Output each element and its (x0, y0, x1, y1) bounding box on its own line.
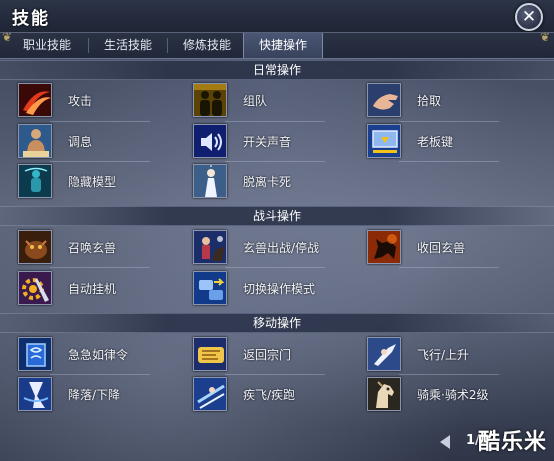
skill-item-unstuck[interactable]: 脱离卡死 (193, 164, 343, 200)
skill-item-recall-beast[interactable]: 收回玄兽 (367, 230, 517, 266)
close-button[interactable]: ✕ (515, 3, 543, 31)
skill-label: 急急如律令 (68, 348, 129, 362)
unstuck-icon[interactable] (193, 164, 227, 198)
row-divider (50, 121, 150, 122)
corner-ornament-icon: ❦ (540, 30, 551, 44)
row-divider (399, 374, 499, 375)
row-divider (225, 121, 325, 122)
row-divider (50, 161, 150, 162)
skill-item-attack[interactable]: 攻击 (18, 83, 168, 119)
skill-label: 返回宗门 (243, 348, 292, 362)
section-header-daily: 日常操作 (0, 60, 554, 80)
skill-item-switch-control-mode[interactable]: 切换操作模式 (193, 271, 343, 307)
skill-item-pickup[interactable]: 拾取 (367, 83, 517, 119)
skill-item-auto-battle[interactable]: 自动挂机 (18, 271, 168, 307)
row-divider (50, 374, 150, 375)
skill-item-summon-beast[interactable]: 召唤玄兽 (18, 230, 168, 266)
skill-item-boss-key[interactable]: 老板键 (367, 124, 517, 160)
tab-bar: 职业技能 生活技能 修炼技能 快捷操作 (0, 32, 554, 59)
skill-label: 组队 (243, 94, 268, 108)
descend-icon[interactable] (18, 377, 52, 411)
section-header-movement: 移动操作 (0, 313, 554, 333)
boss-key-icon[interactable] (367, 124, 401, 158)
auto-battle-gear-icon[interactable] (18, 271, 52, 305)
prev-page-arrow-icon[interactable] (440, 435, 450, 449)
title-bar: 技能 ✕ (0, 0, 554, 32)
skill-item-mount[interactable]: 骑乘·骑术2级 (367, 377, 517, 413)
row-divider (225, 374, 325, 375)
tab-cultivation-skills[interactable]: 修炼技能 (168, 33, 246, 58)
skill-label: 开关声音 (243, 135, 292, 149)
row-divider (399, 121, 499, 122)
skill-label: 拾取 (417, 94, 442, 108)
row-divider (50, 267, 150, 268)
window-title: 技能 (12, 9, 50, 29)
speaker-icon[interactable] (193, 124, 227, 158)
meditate-icon[interactable] (18, 124, 52, 158)
beast-battle-icon[interactable] (193, 230, 227, 264)
skill-item-return-sect[interactable]: 返回宗门 (193, 337, 343, 373)
mount-horse-icon[interactable] (367, 377, 401, 411)
skill-label: 脱离卡死 (243, 175, 292, 189)
tab-class-skills[interactable]: 职业技能 (8, 33, 86, 58)
row-divider (399, 267, 499, 268)
close-icon: ✕ (521, 7, 537, 27)
summon-beast-icon[interactable] (18, 230, 52, 264)
skill-label: 老板键 (417, 135, 454, 149)
skills-window: 技能 ✕ 职业技能 生活技能 修炼技能 快捷操作 ❦ ❦ 日常操作 攻击 组队 … (0, 0, 554, 461)
skill-label: 攻击 (68, 94, 93, 108)
row-divider (399, 161, 499, 162)
skill-item-sprint[interactable]: 疾飞/疾跑 (193, 377, 343, 413)
skill-label: 召唤玄兽 (68, 241, 117, 255)
skill-label: 收回玄兽 (417, 241, 466, 255)
skill-item-talisman[interactable]: 急急如律令 (18, 337, 168, 373)
control-mode-icon[interactable] (193, 271, 227, 305)
tab-quick-actions[interactable]: 快捷操作 (243, 33, 323, 58)
skill-item-descend[interactable]: 降落/下降 (18, 377, 168, 413)
skill-item-fly-up[interactable]: 飞行/上升 (367, 337, 517, 373)
row-divider (225, 161, 325, 162)
skill-label: 切换操作模式 (243, 282, 316, 296)
skill-label: 飞行/上升 (417, 348, 470, 362)
skill-item-sound-toggle[interactable]: 开关声音 (193, 124, 343, 160)
row-divider (225, 267, 325, 268)
skill-label: 隐藏模型 (68, 175, 117, 189)
skill-item-party[interactable]: 组队 (193, 83, 343, 119)
skill-label: 玄兽出战/停战 (243, 241, 320, 255)
skill-label: 调息 (68, 135, 93, 149)
talisman-icon[interactable] (18, 337, 52, 371)
hide-model-icon[interactable] (18, 164, 52, 198)
skill-label: 降落/下降 (68, 388, 121, 402)
skill-item-hide-model[interactable]: 隐藏模型 (18, 164, 168, 200)
pickup-hand-icon[interactable] (367, 83, 401, 117)
sprint-icon[interactable] (193, 377, 227, 411)
skill-label: 疾飞/疾跑 (243, 388, 296, 402)
recall-beast-icon[interactable] (367, 230, 401, 264)
party-silhouettes-icon[interactable] (193, 83, 227, 117)
skill-label: 骑乘·骑术2级 (417, 388, 489, 402)
fly-up-icon[interactable] (367, 337, 401, 371)
section-header-combat: 战斗操作 (0, 206, 554, 226)
skill-label: 自动挂机 (68, 282, 117, 296)
watermark: 酷乐米 (478, 430, 548, 455)
skill-item-meditate[interactable]: 调息 (18, 124, 168, 160)
corner-ornament-icon: ❦ (2, 30, 13, 44)
attack-slash-icon[interactable] (18, 83, 52, 117)
tab-life-skills[interactable]: 生活技能 (89, 33, 167, 58)
skill-item-beast-battle[interactable]: 玄兽出战/停战 (193, 230, 343, 266)
return-sect-scroll-icon[interactable] (193, 337, 227, 371)
